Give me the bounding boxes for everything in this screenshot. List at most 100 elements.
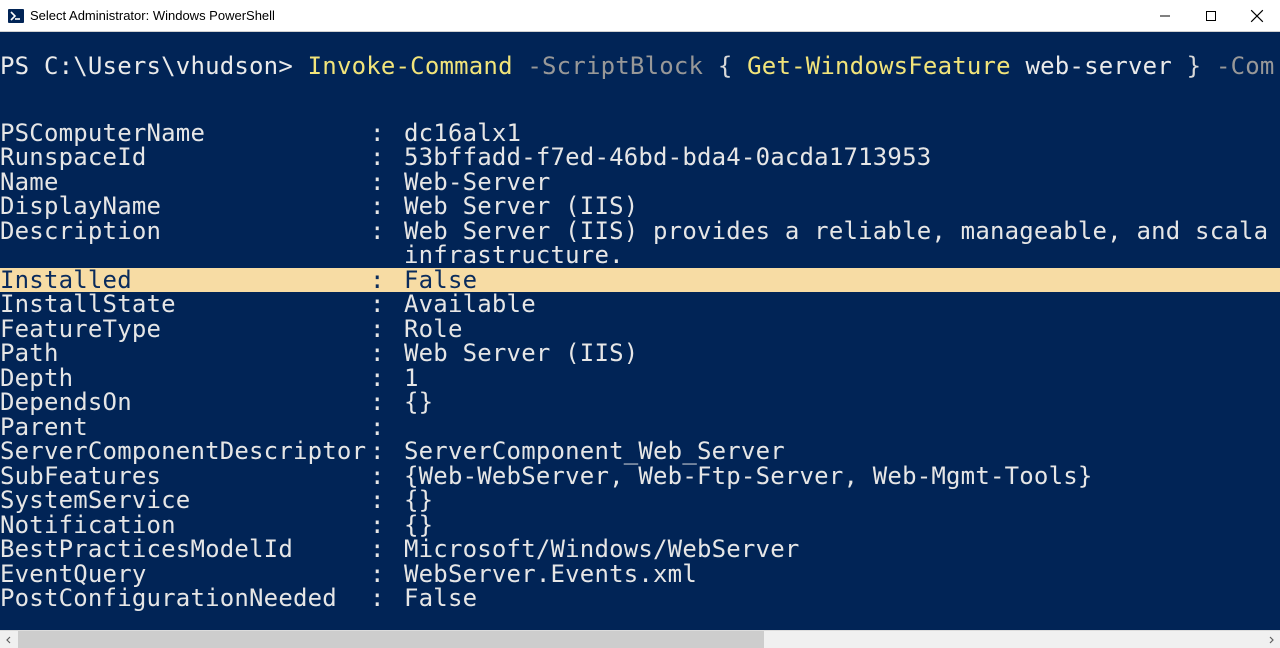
property-value-cont: infrastructure.: [0, 243, 624, 268]
property-key: RunspaceId: [0, 145, 370, 170]
property-colon: :: [370, 439, 404, 464]
property-key: SubFeatures: [0, 464, 370, 489]
scroll-track[interactable]: [18, 631, 1262, 648]
property-colon: :: [370, 366, 404, 391]
property-key: BestPracticesModelId: [0, 537, 370, 562]
output-property-row: Description: Web Server (IIS) provides a…: [0, 219, 1280, 244]
property-key: Notification: [0, 513, 370, 538]
property-key: Description: [0, 219, 370, 244]
property-colon: :: [370, 268, 404, 293]
property-value: ServerComponent_Web_Server: [404, 439, 785, 464]
output-property-row: InstallState: Available: [0, 292, 1280, 317]
output-property-row: EventQuery: WebServer.Events.xml: [0, 562, 1280, 587]
output-property-row: SystemService: {}: [0, 488, 1280, 513]
output-property-row: FeatureType: Role: [0, 317, 1280, 342]
property-key: Path: [0, 341, 370, 366]
property-value: 1: [404, 366, 419, 391]
property-colon: :: [370, 464, 404, 489]
output-property-row: Notification: {}: [0, 513, 1280, 538]
property-colon: :: [370, 513, 404, 538]
powershell-window: Select Administrator: Windows PowerShell…: [0, 0, 1280, 648]
property-key: Parent: [0, 415, 370, 440]
minimize-button[interactable]: [1142, 0, 1188, 32]
property-key: Installed: [0, 268, 370, 293]
blank-line: [0, 79, 1280, 121]
property-colon: :: [370, 317, 404, 342]
property-value: {Web-WebServer, Web-Ftp-Server, Web-Mgmt…: [404, 464, 1093, 489]
output-property-continuation: infrastructure.: [0, 243, 1280, 268]
scroll-right-button[interactable]: [1262, 631, 1280, 648]
output-property-row: BestPracticesModelId: Microsoft/Windows/…: [0, 537, 1280, 562]
property-key: DependsOn: [0, 390, 370, 415]
output-property-row: DisplayName: Web Server (IIS): [0, 194, 1280, 219]
property-value: Web Server (IIS) provides a reliable, ma…: [404, 219, 1268, 244]
client-area: PS C:\Users\vhudson> Invoke-Command -Scr…: [0, 32, 1280, 648]
output-property-row: SubFeatures: {Web-WebServer, Web-Ftp-Ser…: [0, 464, 1280, 489]
output-property-row: DependsOn: {}: [0, 390, 1280, 415]
output-property-row: Installed: False: [0, 268, 1280, 293]
property-colon: :: [370, 121, 404, 146]
property-key: ServerComponentDescriptor: [0, 439, 370, 464]
param-computer: -Com: [1216, 54, 1275, 79]
property-key: EventQuery: [0, 562, 370, 587]
property-key: FeatureType: [0, 317, 370, 342]
brace-open: {: [718, 54, 747, 79]
property-key: Depth: [0, 366, 370, 391]
property-key: Name: [0, 170, 370, 195]
cmdlet-getfeature: Get-WindowsFeature: [747, 54, 1011, 79]
output-property-row: Name: Web-Server: [0, 170, 1280, 195]
close-button[interactable]: [1234, 0, 1280, 32]
property-value: Available: [404, 292, 536, 317]
property-colon: :: [370, 145, 404, 170]
property-value: {}: [404, 390, 433, 415]
property-colon: :: [370, 341, 404, 366]
property-key: DisplayName: [0, 194, 370, 219]
powershell-icon: [8, 8, 24, 24]
scroll-left-button[interactable]: [0, 631, 18, 648]
prompt-prefix: PS C:\Users\vhudson>: [0, 54, 308, 79]
property-value: Role: [404, 317, 463, 342]
property-value: Web Server (IIS): [404, 194, 638, 219]
property-colon: :: [370, 170, 404, 195]
property-value: Web Server (IIS): [404, 341, 638, 366]
property-colon: :: [370, 390, 404, 415]
property-value: WebServer.Events.xml: [404, 562, 697, 587]
property-key: PostConfigurationNeeded: [0, 586, 370, 611]
property-colon: :: [370, 537, 404, 562]
horizontal-scrollbar[interactable]: [0, 630, 1280, 648]
param-scriptblock: -ScriptBlock: [513, 54, 718, 79]
prompt-line: PS C:\Users\vhudson> Invoke-Command -Scr…: [0, 54, 1280, 79]
property-key: SystemService: [0, 488, 370, 513]
output-property-row: PSComputerName: dc16alx1: [0, 121, 1280, 146]
property-value: {}: [404, 513, 433, 538]
property-value: dc16alx1: [404, 121, 521, 146]
property-colon: :: [370, 194, 404, 219]
output-property-row: PostConfigurationNeeded: False: [0, 586, 1280, 611]
cmd-arg: web-server: [1011, 54, 1187, 79]
terminal-output[interactable]: PS C:\Users\vhudson> Invoke-Command -Scr…: [0, 32, 1280, 630]
maximize-button[interactable]: [1188, 0, 1234, 32]
cmdlet-invoke: Invoke-Command: [308, 54, 513, 79]
property-colon: :: [370, 219, 404, 244]
property-colon: :: [370, 292, 404, 317]
property-colon: :: [370, 562, 404, 587]
property-value: 53bffadd-f7ed-46bd-bda4-0acda1713953: [404, 145, 931, 170]
property-value: False: [404, 268, 477, 293]
brace-close: }: [1187, 54, 1216, 79]
window-title: Select Administrator: Windows PowerShell: [30, 8, 275, 23]
output-property-row: Depth: 1: [0, 366, 1280, 391]
scroll-thumb[interactable]: [18, 631, 764, 648]
output-property-row: Path: Web Server (IIS): [0, 341, 1280, 366]
property-key: PSComputerName: [0, 121, 370, 146]
property-value: {}: [404, 488, 433, 513]
property-colon: :: [370, 488, 404, 513]
property-value: Microsoft/Windows/WebServer: [404, 537, 800, 562]
property-value: Web-Server: [404, 170, 551, 195]
output-property-row: Parent:: [0, 415, 1280, 440]
titlebar[interactable]: Select Administrator: Windows PowerShell: [0, 0, 1280, 32]
property-key: InstallState: [0, 292, 370, 317]
property-colon: :: [370, 586, 404, 611]
output-property-row: RunspaceId: 53bffadd-f7ed-46bd-bda4-0acd…: [0, 145, 1280, 170]
property-value: False: [404, 586, 477, 611]
output-property-row: ServerComponentDescriptor: ServerCompone…: [0, 439, 1280, 464]
